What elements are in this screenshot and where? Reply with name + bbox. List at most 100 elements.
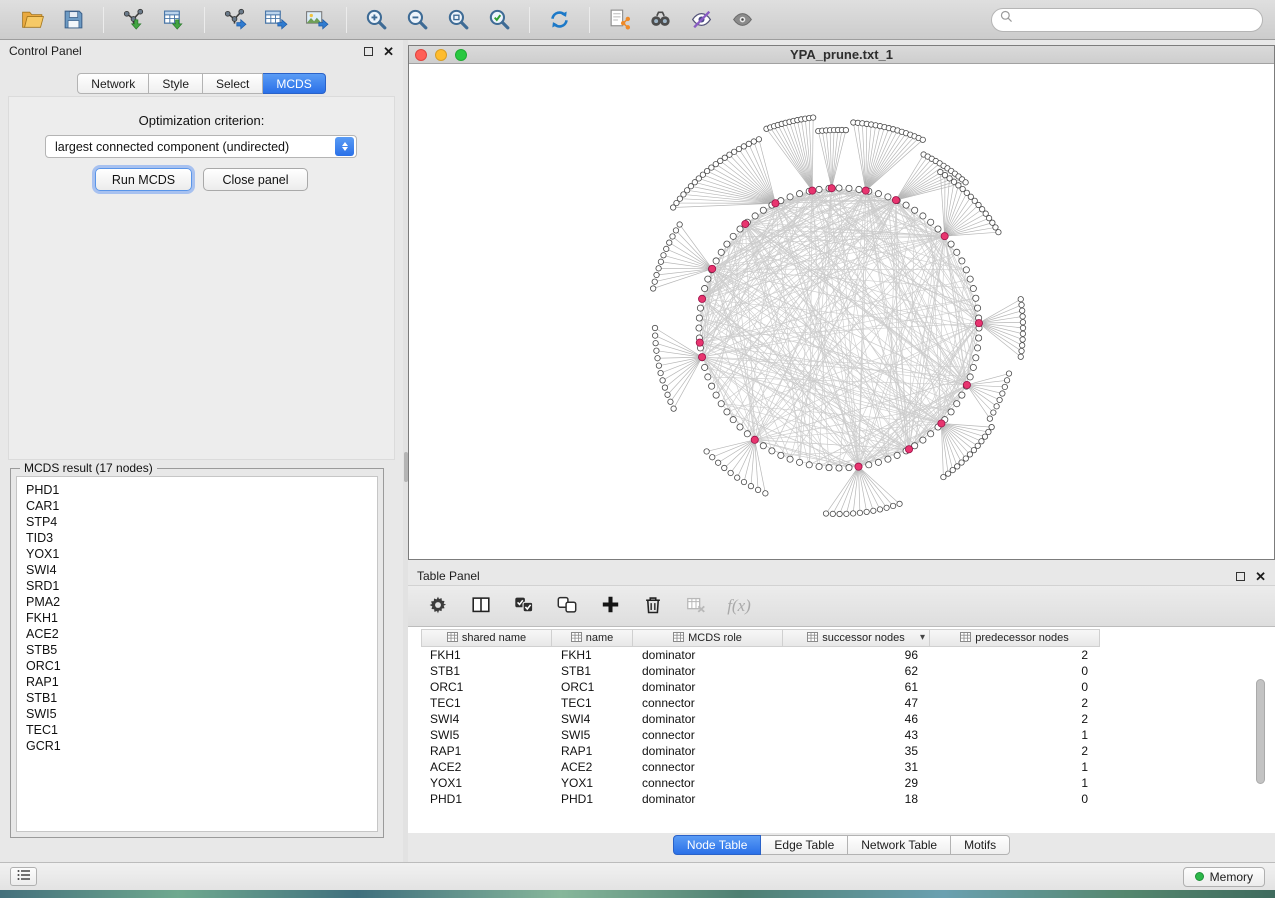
select-all-button[interactable] [511, 593, 537, 619]
import-table-button[interactable] [154, 3, 195, 37]
sort-caret-icon[interactable]: ▾ [920, 632, 925, 643]
close-window-icon[interactable] [415, 49, 427, 61]
mcds-node-item[interactable]: STP4 [26, 514, 377, 530]
mcds-node-item[interactable]: ORC1 [26, 658, 377, 674]
table-cell: PHD1 [421, 792, 552, 806]
table-row[interactable]: RAP1RAP1dominator352 [421, 743, 1275, 759]
refresh-icon [547, 7, 572, 32]
export-image-button[interactable] [296, 3, 337, 37]
search-box[interactable] [991, 8, 1263, 32]
table-icon [960, 632, 971, 645]
criterion-select[interactable]: largest connected component (undirected) [45, 135, 357, 158]
split-columns-button[interactable] [468, 593, 494, 619]
table-row[interactable]: STB1STB1dominator620 [421, 663, 1275, 679]
table-cell: 61 [783, 680, 930, 694]
mcds-node-item[interactable]: PMA2 [26, 594, 377, 610]
table-row[interactable]: ORC1ORC1dominator610 [421, 679, 1275, 695]
tab-edge-table[interactable]: Edge Table [761, 835, 848, 855]
save-session-button[interactable] [53, 3, 94, 37]
minimize-window-icon[interactable] [435, 49, 447, 61]
table-row[interactable]: SWI4SWI4dominator462 [421, 711, 1275, 727]
table-row[interactable]: SWI5SWI5connector431 [421, 727, 1275, 743]
close-panel-icon[interactable]: ✕ [383, 45, 394, 58]
hide-statusbar-button[interactable] [10, 867, 37, 886]
mcds-node-item[interactable]: STB5 [26, 642, 377, 658]
mcds-node-item[interactable]: PHD1 [26, 482, 377, 498]
tab-select[interactable]: Select [203, 73, 263, 94]
import-network-button[interactable] [113, 3, 154, 37]
maximize-window-icon[interactable] [455, 49, 467, 61]
table-row[interactable]: YOX1YOX1connector291 [421, 775, 1275, 791]
mcds-result-list[interactable]: PHD1CAR1STP4TID3YOX1SWI4SRD1PMA2FKH1ACE2… [16, 476, 378, 832]
add-row-button[interactable] [597, 593, 623, 619]
clone-network-button[interactable] [599, 3, 640, 37]
table-cell: TEC1 [421, 696, 552, 710]
zoom-selected-button[interactable] [479, 3, 520, 37]
tab-network[interactable]: Network [77, 73, 149, 94]
deselect-all-button[interactable] [554, 593, 580, 619]
table-panel: Table Panel ✕ f(x) shared namenameMCDS r… [408, 565, 1275, 858]
mcds-node-item[interactable]: YOX1 [26, 546, 377, 562]
mcds-node-item[interactable]: SWI4 [26, 562, 377, 578]
column-label: shared name [462, 632, 526, 644]
column-header-mcds-role[interactable]: MCDS role [633, 629, 783, 647]
mcds-node-item[interactable]: RAP1 [26, 674, 377, 690]
float-panel-icon[interactable] [364, 47, 373, 56]
mcds-node-item[interactable]: STB1 [26, 690, 377, 706]
mcds-node-item[interactable]: SWI5 [26, 706, 377, 722]
tab-node-table[interactable]: Node Table [673, 835, 762, 855]
column-header-name[interactable]: name [552, 629, 633, 647]
column-header-predecessor-nodes[interactable]: predecessor nodes [930, 629, 1100, 647]
tab-motifs[interactable]: Motifs [951, 835, 1010, 855]
zoom-out-button[interactable] [397, 3, 438, 37]
tab-mcds[interactable]: MCDS [263, 73, 325, 94]
export-table-button[interactable] [255, 3, 296, 37]
table-row[interactable]: PHD1PHD1dominator180 [421, 791, 1275, 807]
delete-rows-button[interactable] [640, 593, 666, 619]
mcds-node-item[interactable]: TEC1 [26, 722, 377, 738]
table-settings-button[interactable] [425, 593, 451, 619]
delete-table-icon [685, 594, 707, 619]
table-cell: STB1 [421, 664, 552, 678]
memory-label: Memory [1210, 870, 1253, 884]
zoom-fit-button[interactable] [438, 3, 479, 37]
table-scrollbar[interactable] [1255, 649, 1266, 827]
table-cell: dominator [633, 680, 783, 694]
mcds-node-item[interactable]: SRD1 [26, 578, 377, 594]
table-row[interactable]: ACE2ACE2connector311 [421, 759, 1275, 775]
table-cell: ACE2 [421, 760, 552, 774]
table-icon [447, 632, 458, 645]
mcds-node-item[interactable]: CAR1 [26, 498, 377, 514]
tab-network-table[interactable]: Network Table [848, 835, 951, 855]
zoom-in-button[interactable] [356, 3, 397, 37]
export-network-button[interactable] [214, 3, 255, 37]
column-header-shared-name[interactable]: shared name [421, 629, 552, 647]
network-canvas[interactable] [409, 64, 1274, 559]
column-header-successor-nodes[interactable]: successor nodes▾ [783, 629, 930, 647]
mcds-node-item[interactable]: FKH1 [26, 610, 377, 626]
table-cell: dominator [633, 648, 783, 662]
table-cell: PHD1 [552, 792, 633, 806]
hide-details-button[interactable] [681, 3, 722, 37]
search-input[interactable] [1020, 13, 1255, 27]
float-table-panel-icon[interactable] [1236, 572, 1245, 581]
node-table[interactable]: shared name nameMCDS rolesuccessor nodes▾… [408, 627, 1275, 833]
open-session-button[interactable] [12, 3, 53, 37]
first-neighbors-button[interactable] [640, 3, 681, 37]
mcds-node-item[interactable]: TID3 [26, 530, 377, 546]
close-panel-button[interactable]: Close panel [203, 168, 308, 191]
table-cell: 31 [783, 760, 930, 774]
tab-style[interactable]: Style [149, 73, 203, 94]
show-details-button[interactable] [722, 3, 763, 37]
mcds-tab-content: Optimization criterion: largest connecte… [8, 96, 395, 460]
close-table-panel-icon[interactable]: ✕ [1255, 570, 1266, 583]
mcds-node-item[interactable]: ACE2 [26, 626, 377, 642]
mcds-node-item[interactable]: GCR1 [26, 738, 377, 754]
memory-button[interactable]: Memory [1183, 867, 1265, 887]
refresh-button[interactable] [539, 3, 580, 37]
table-row[interactable]: TEC1TEC1connector472 [421, 695, 1275, 711]
toolbar-separator [204, 7, 205, 33]
run-mcds-button[interactable]: Run MCDS [95, 168, 192, 191]
table-row[interactable]: FKH1FKH1dominator962 [421, 647, 1275, 663]
scrollbar-thumb[interactable] [1256, 679, 1265, 784]
